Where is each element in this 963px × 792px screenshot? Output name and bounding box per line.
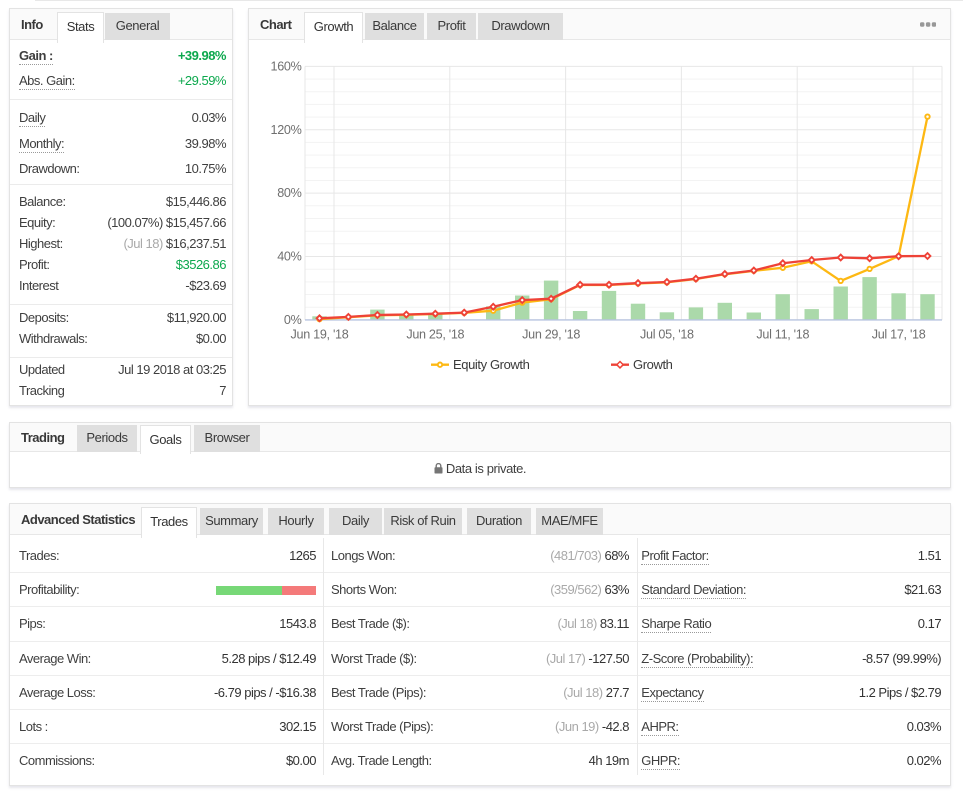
svg-text:Jun 25, '18: Jun 25, '18 bbox=[406, 328, 464, 342]
svg-text:Equity Growth: Equity Growth bbox=[453, 357, 530, 372]
svg-text:Jul 05, '18: Jul 05, '18 bbox=[640, 328, 694, 342]
svg-text:80%: 80% bbox=[277, 186, 301, 200]
svg-text:Jun 29, '18: Jun 29, '18 bbox=[522, 328, 580, 342]
svg-text:120%: 120% bbox=[270, 123, 301, 137]
svg-text:Jul 11, '18: Jul 11, '18 bbox=[756, 328, 809, 342]
svg-text:Growth: Growth bbox=[633, 357, 673, 372]
svg-text:0%: 0% bbox=[284, 313, 302, 327]
svg-text:40%: 40% bbox=[277, 250, 301, 264]
svg-text:Jul 17, '18: Jul 17, '18 bbox=[872, 328, 926, 342]
svg-text:Jun 19, '18: Jun 19, '18 bbox=[291, 328, 349, 342]
svg-text:160%: 160% bbox=[270, 59, 301, 73]
